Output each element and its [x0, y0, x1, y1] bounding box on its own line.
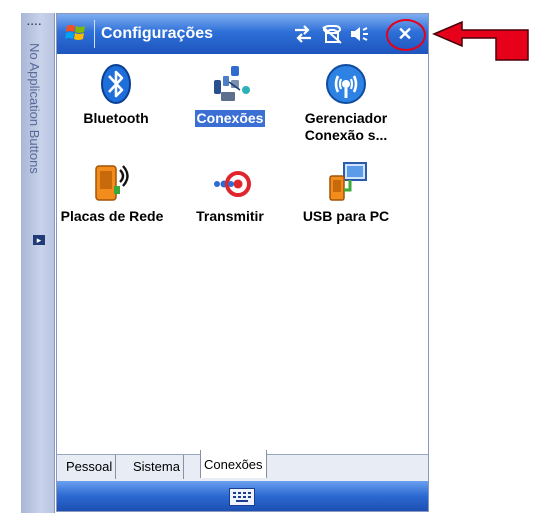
volume-icon[interactable] — [349, 24, 373, 44]
settings-item-label: Placas de Rede — [60, 208, 164, 224]
windows-start-icon[interactable] — [65, 22, 87, 44]
settings-item-label: Conexões — [194, 110, 266, 127]
settings-item-usb-to-pc[interactable]: USB para PC — [291, 160, 401, 225]
red-arrow-annotation-icon — [432, 20, 529, 61]
settings-item-label: USB para PC — [302, 208, 390, 224]
page-title: Configurações — [101, 25, 214, 42]
beam-icon — [214, 171, 251, 197]
settings-item-network-cards[interactable]: Placas de Rede — [57, 160, 167, 225]
connections-icon — [214, 66, 250, 101]
device-screen: Configurações ✕ Bluetooth Conexões Geren… — [56, 13, 429, 512]
side-strip-dots: .... — [27, 17, 43, 28]
no-application-buttons-label: No Application Buttons — [27, 43, 42, 174]
tab-conexoes[interactable]: Conexões — [200, 450, 267, 478]
settings-item-label: Bluetooth — [83, 110, 149, 126]
settings-item-wireless-manager[interactable]: Gerenciador Conexão s... — [291, 62, 401, 144]
usb-to-pc-icon — [329, 162, 367, 201]
title-bar: Configurações ✕ — [57, 14, 428, 54]
network-cards-icon — [95, 165, 129, 201]
keyboard-icon[interactable] — [229, 488, 255, 506]
settings-item-beam[interactable]: Transmitir — [175, 160, 285, 225]
side-strip: .... No Application Buttons ▸ — [21, 13, 55, 513]
wireless-manager-icon — [326, 64, 366, 104]
settings-item-label: Gerenciador Conexão s... — [304, 110, 388, 143]
settings-item-connections[interactable]: Conexões — [175, 62, 285, 128]
tab-pessoal[interactable]: Pessoal — [63, 455, 117, 479]
phone-off-icon[interactable] — [320, 24, 344, 44]
close-highlight-circle — [386, 19, 426, 51]
settings-item-label: Transmitir — [196, 208, 264, 224]
tab-sistema[interactable]: Sistema — [130, 455, 184, 479]
side-strip-arrow-icon[interactable]: ▸ — [33, 235, 45, 245]
title-separator — [94, 20, 95, 48]
bottom-bar — [57, 481, 428, 511]
settings-item-bluetooth[interactable]: Bluetooth — [61, 62, 171, 127]
bluetooth-icon — [101, 64, 131, 104]
connectivity-icon[interactable] — [292, 24, 314, 44]
